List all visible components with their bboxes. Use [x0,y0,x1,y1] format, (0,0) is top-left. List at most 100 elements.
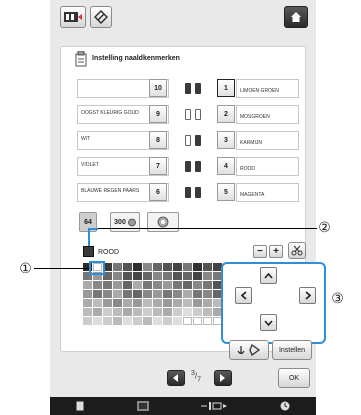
needle-number-right[interactable]: 2 [217,105,235,123]
palette-swatch[interactable] [183,290,192,298]
palette-swatch[interactable] [183,308,192,316]
tab-300[interactable]: 300 [110,212,140,232]
palette-swatch[interactable] [123,299,132,307]
palette-swatch[interactable] [173,299,182,307]
palette-swatch[interactable] [113,308,122,316]
palette-swatch[interactable] [133,263,142,271]
palette-swatch[interactable] [133,317,142,325]
palette-swatch[interactable] [173,308,182,316]
palette-swatch[interactable] [153,299,162,307]
needle-number-left[interactable]: 9 [149,105,167,123]
needle-number-left[interactable]: 7 [149,157,167,175]
palette-swatch[interactable] [173,290,182,298]
palette-swatch[interactable] [203,308,212,316]
needle-number-right[interactable]: 4 [217,157,235,175]
palette-swatch[interactable] [133,281,142,289]
palette-swatch[interactable] [183,272,192,280]
palette-swatch[interactable] [143,272,152,280]
palette-swatch[interactable] [193,281,202,289]
palette-swatch[interactable] [153,263,162,271]
palette-swatch[interactable] [123,272,132,280]
palette-swatch[interactable] [133,299,142,307]
palette-swatch[interactable] [173,281,182,289]
palette-swatch[interactable] [113,317,122,325]
palette-swatch[interactable] [133,290,142,298]
palette-swatch[interactable] [83,281,92,289]
palette-swatch[interactable] [163,308,172,316]
thread-change-button[interactable] [229,340,269,360]
palette-swatch[interactable] [183,281,192,289]
palette-swatch[interactable] [173,317,182,325]
palette-swatch[interactable] [163,263,172,271]
palette-swatch[interactable] [193,299,202,307]
palette-swatch[interactable] [203,272,212,280]
needle-number-right[interactable]: 5 [217,183,235,201]
palette-swatch[interactable] [103,308,112,316]
palette-swatch[interactable] [83,317,92,325]
palette-swatch[interactable] [193,272,202,280]
palette-swatch[interactable] [143,290,152,298]
palette-swatch[interactable] [153,281,162,289]
palette-swatch[interactable] [163,272,172,280]
palette-swatch[interactable] [203,317,212,325]
plus-button[interactable]: + [269,245,283,258]
palette-swatch[interactable] [203,299,212,307]
palette-swatch[interactable] [103,290,112,298]
palette-swatch[interactable] [143,308,152,316]
palette-swatch[interactable] [203,281,212,289]
palette-swatch[interactable] [153,290,162,298]
palette-swatch[interactable] [153,272,162,280]
palette-swatch[interactable] [163,281,172,289]
palette-swatch[interactable] [93,299,102,307]
palette-swatch[interactable] [83,308,92,316]
right-arrow-button[interactable] [299,287,316,304]
ok-button[interactable]: OK [278,368,310,388]
palette-swatch[interactable] [123,290,132,298]
palette-swatch[interactable] [153,317,162,325]
up-arrow-button[interactable] [260,267,277,284]
palette-swatch[interactable] [113,299,122,307]
palette-swatch[interactable] [93,317,102,325]
needle-bar-button[interactable] [60,6,86,28]
palette-swatch[interactable] [163,290,172,298]
palette-swatch[interactable] [83,290,92,298]
needle-number-left[interactable]: 10 [149,79,167,97]
grid-icon[interactable] [136,401,149,411]
palette-swatch[interactable] [173,272,182,280]
palette-swatch[interactable] [143,263,152,271]
thread-shape-button[interactable] [90,6,112,28]
tab-custom[interactable] [147,212,179,232]
palette-swatch[interactable] [163,317,172,325]
palette-swatch[interactable] [193,290,202,298]
palette-swatch[interactable] [183,263,192,271]
left-arrow-button[interactable] [235,287,252,304]
palette-swatch[interactable] [203,290,212,298]
palette-swatch[interactable] [123,263,132,271]
palette-swatch[interactable] [163,299,172,307]
palette-swatch[interactable] [123,281,132,289]
document-icon[interactable] [76,401,84,411]
palette-swatch[interactable] [193,317,202,325]
minus-button[interactable]: − [253,245,267,258]
palette-swatch[interactable] [183,317,192,325]
palette-swatch[interactable] [113,272,122,280]
palette-swatch[interactable] [183,299,192,307]
palette-swatch[interactable] [83,299,92,307]
palette-swatch[interactable] [93,290,102,298]
palette-swatch[interactable] [203,263,212,271]
palette-swatch[interactable] [113,281,122,289]
clock-icon[interactable] [280,401,290,411]
needle-number-right[interactable]: 1 [217,79,235,97]
palette-swatch[interactable] [143,281,152,289]
palette-swatch[interactable] [103,281,112,289]
presser-foot-icon[interactable] [201,402,228,410]
prev-page-button[interactable] [167,370,185,386]
palette-swatch[interactable] [193,263,202,271]
palette-swatch[interactable] [153,308,162,316]
palette-swatch[interactable] [113,290,122,298]
palette-swatch[interactable] [193,308,202,316]
palette-swatch[interactable] [133,308,142,316]
palette-swatch[interactable] [123,308,132,316]
palette-swatch[interactable] [143,299,152,307]
needle-number-left[interactable]: 6 [149,183,167,201]
